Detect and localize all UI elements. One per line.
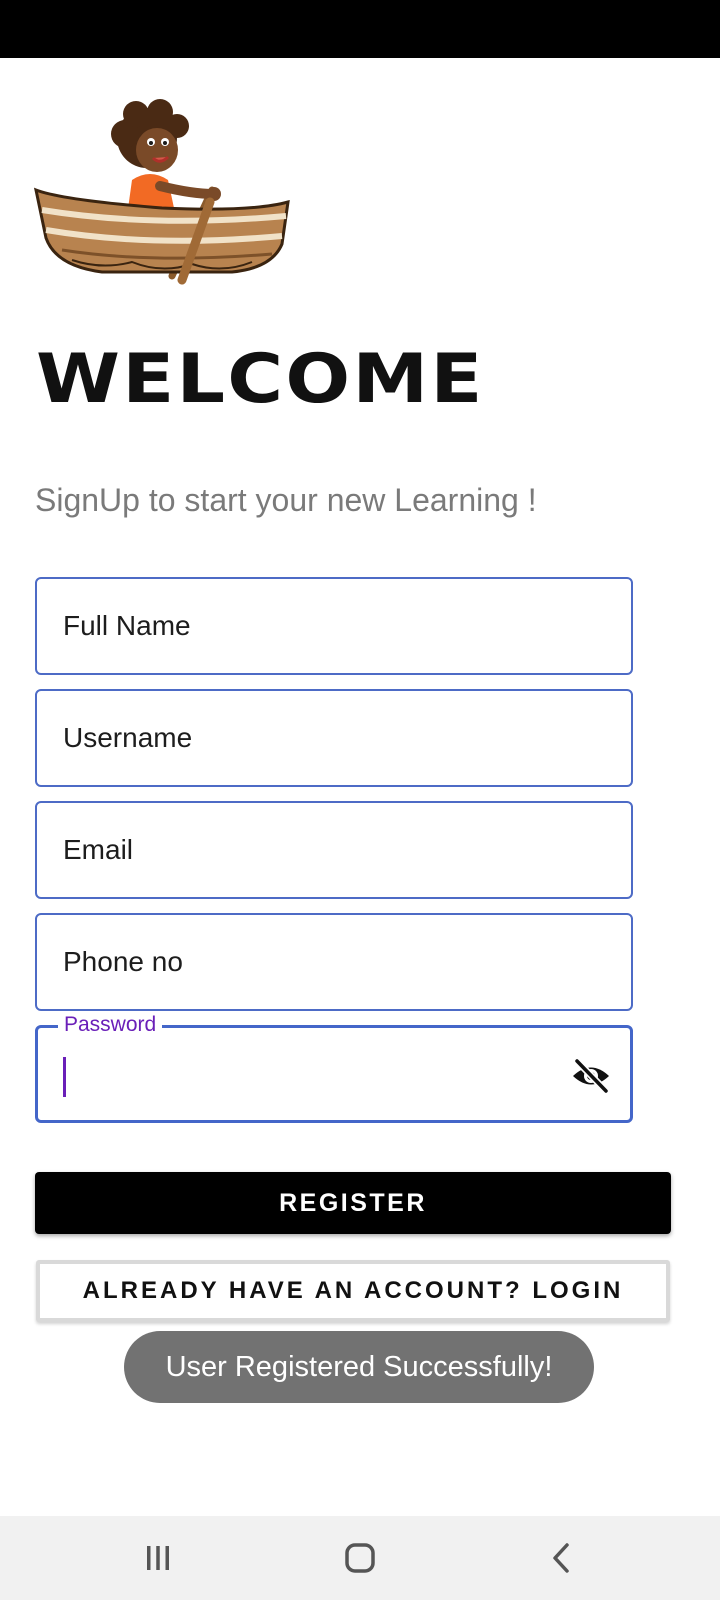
password-label: Password: [58, 1012, 163, 1038]
success-toast: User Registered Successfully!: [124, 1331, 594, 1403]
phone-field[interactable]: Phone no: [35, 913, 633, 1011]
eye-off-icon[interactable]: [570, 1057, 612, 1095]
signup-screen: WELCOME SignUp to start your new Learnin…: [0, 0, 720, 1600]
password-field[interactable]: Password: [35, 1012, 633, 1123]
register-button[interactable]: REGISTER: [35, 1172, 671, 1234]
status-bar: [0, 0, 720, 58]
phone-placeholder: Phone no: [63, 946, 183, 977]
email-field[interactable]: Email: [35, 801, 633, 899]
text-cursor: [63, 1057, 66, 1097]
username-field[interactable]: Username: [35, 689, 633, 787]
home-icon: [345, 1543, 375, 1573]
back-icon: [553, 1543, 569, 1573]
home-button[interactable]: [300, 1516, 420, 1600]
login-button[interactable]: ALREADY HAVE AN ACCOUNT? LOGIN: [36, 1260, 670, 1322]
boat-illustration: [32, 98, 302, 288]
navigation-bar: [0, 1516, 720, 1600]
username-placeholder: Username: [63, 722, 193, 753]
register-button-label: REGISTER: [279, 1188, 427, 1217]
toast-message: User Registered Successfully!: [165, 1350, 553, 1383]
login-button-label: ALREADY HAVE AN ACCOUNT? LOGIN: [82, 1277, 624, 1304]
recents-icon: [147, 1546, 169, 1570]
full-name-placeholder: Full Name: [63, 610, 191, 641]
email-placeholder: Email: [63, 834, 134, 865]
recents-button[interactable]: [98, 1516, 218, 1600]
welcome-heading: WELCOME: [36, 340, 485, 419]
full-name-field[interactable]: Full Name: [35, 577, 633, 675]
signup-subtitle: SignUp to start your new Learning !: [35, 482, 537, 518]
back-button[interactable]: [502, 1516, 622, 1600]
